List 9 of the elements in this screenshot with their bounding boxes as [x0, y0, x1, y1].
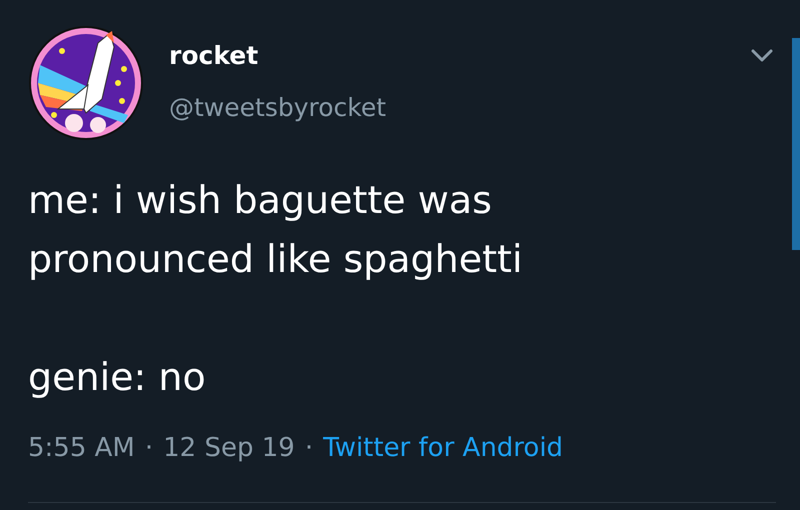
separator-dot: ·: [304, 432, 314, 465]
source-link[interactable]: Twitter for Android: [323, 431, 564, 465]
display-name: rocket: [169, 41, 260, 71]
user-handle: @tweetsbyrocket: [169, 93, 386, 123]
tweet-date: 12 Sep 19: [163, 432, 295, 465]
chevron-down-icon[interactable]: [750, 48, 774, 64]
separator-dot: ·: [144, 432, 154, 465]
tweet-text: me: i wish baguette was pronounced like spaghetti genie: no: [28, 177, 524, 401]
tweet-time: 5:55 AM: [28, 432, 135, 465]
